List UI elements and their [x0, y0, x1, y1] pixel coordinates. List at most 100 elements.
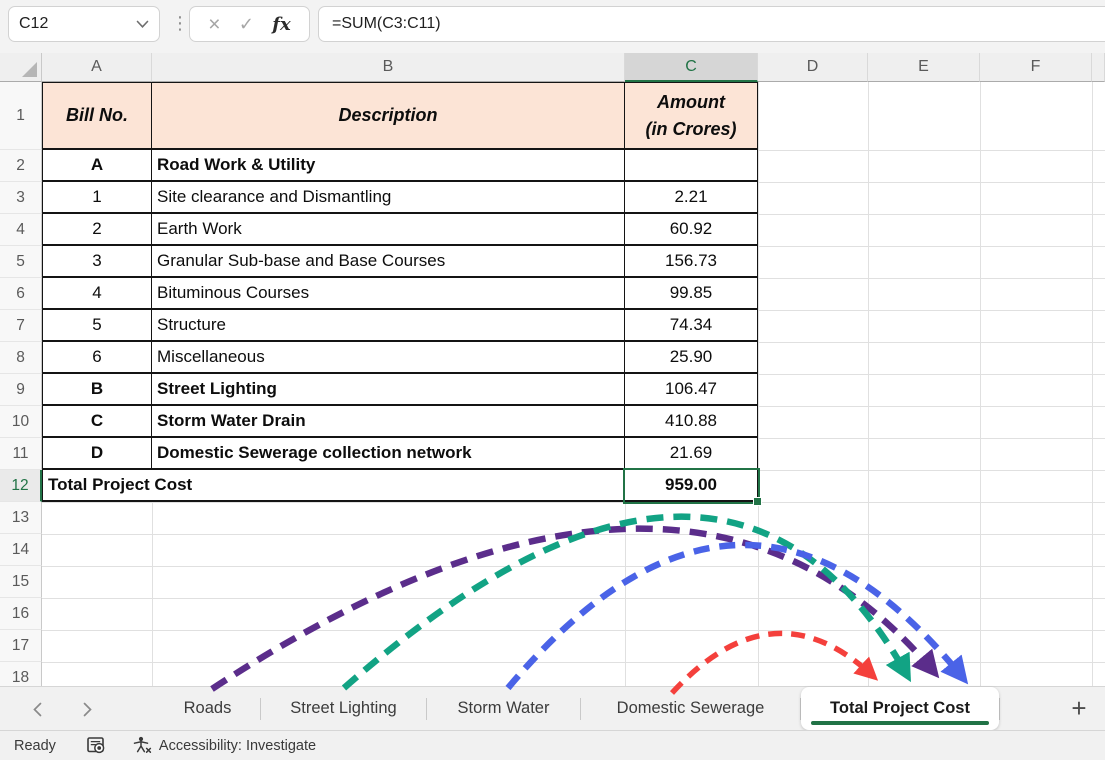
cell-B3[interactable]: Site clearance and Dismantling	[152, 182, 625, 214]
sheet-tab-label: Domestic Sewerage	[617, 699, 765, 718]
cell-A10[interactable]: C	[42, 406, 152, 438]
column-header-B[interactable]: B	[152, 53, 625, 82]
row-header-13[interactable]: 13	[0, 502, 42, 534]
gridline	[42, 566, 1105, 567]
column-header-D[interactable]: D	[758, 53, 868, 82]
cell-A8[interactable]: 6	[42, 342, 152, 374]
name-box[interactable]: C12	[8, 6, 160, 42]
cell-C3[interactable]: 2.21	[625, 182, 758, 214]
row-header-9[interactable]: 9	[0, 374, 42, 406]
row-header-6[interactable]: 6	[0, 278, 42, 310]
select-all-button[interactable]	[0, 53, 42, 82]
cell-B10[interactable]: Storm Water Drain	[152, 406, 625, 438]
cell-C11[interactable]: 21.69	[625, 438, 758, 470]
cell-B8[interactable]: Miscellaneous	[152, 342, 625, 374]
formula-text: =SUM(C3:C11)	[332, 15, 441, 33]
cell-A7[interactable]: 5	[42, 310, 152, 342]
row-header-7[interactable]: 7	[0, 310, 42, 342]
tabs-scroll-left-icon[interactable]	[28, 700, 46, 718]
cell-A1[interactable]: Bill No.	[42, 82, 152, 150]
cell-B7[interactable]: Structure	[152, 310, 625, 342]
row-header-4[interactable]: 4	[0, 214, 42, 246]
amount-header-line1: Amount	[657, 89, 725, 116]
cell-B11[interactable]: Domestic Sewerage collection network	[152, 438, 625, 470]
sheet-tab-street-lighting[interactable]: Street Lighting	[261, 687, 426, 730]
sheet-tab-label: Storm Water	[458, 699, 550, 718]
cell-C1[interactable]: Amount(in Crores)	[625, 82, 758, 150]
cell-C8[interactable]: 25.90	[625, 342, 758, 374]
gridline	[42, 598, 1105, 599]
row-header-17[interactable]: 17	[0, 630, 42, 662]
row-header-3[interactable]: 3	[0, 182, 42, 214]
cell-A12[interactable]: Total Project Cost	[42, 470, 625, 502]
cell-A9[interactable]: B	[42, 374, 152, 406]
cell-B4[interactable]: Earth Work	[152, 214, 625, 246]
row-header-12[interactable]: 12	[0, 470, 42, 502]
row-header-8[interactable]: 8	[0, 342, 42, 374]
tab-separator	[999, 698, 1000, 720]
cell-C4[interactable]: 60.92	[625, 214, 758, 246]
cell-A4[interactable]: 2	[42, 214, 152, 246]
sheet-tab-label: Street Lighting	[290, 699, 396, 718]
cell-C2[interactable]	[625, 150, 758, 182]
active-tab-underline	[811, 721, 989, 725]
column-header-F[interactable]: F	[980, 53, 1092, 82]
formula-buttons: × ✓ fx	[189, 6, 310, 42]
row-header-10[interactable]: 10	[0, 406, 42, 438]
gridline	[868, 82, 869, 686]
cell-C6[interactable]: 99.85	[625, 278, 758, 310]
cell-A5[interactable]: 3	[42, 246, 152, 278]
cell-B2[interactable]: Road Work & Utility	[152, 150, 625, 182]
column-header-A[interactable]: A	[42, 53, 152, 82]
sheet-tab-domestic-sewerage[interactable]: Domestic Sewerage	[581, 687, 800, 730]
row-header-2[interactable]: 2	[0, 150, 42, 182]
row-header-14[interactable]: 14	[0, 534, 42, 566]
column-header-E[interactable]: E	[868, 53, 980, 82]
tabs-scroll-right-icon[interactable]	[78, 700, 96, 718]
cell-C9[interactable]: 106.47	[625, 374, 758, 406]
cell-C7[interactable]: 74.34	[625, 310, 758, 342]
cell-A3[interactable]: 1	[42, 182, 152, 214]
sheet-tab-total-project-cost[interactable]: Total Project Cost	[801, 687, 999, 730]
column-header-partial[interactable]	[1092, 53, 1105, 82]
select-all-triangle-icon	[22, 62, 37, 77]
cell-A11[interactable]: D	[42, 438, 152, 470]
cell-B1[interactable]: Description	[152, 82, 625, 150]
name-box-value: C12	[19, 15, 48, 33]
sheet-tab-roads[interactable]: Roads	[155, 687, 260, 730]
row-header-16[interactable]: 16	[0, 598, 42, 630]
sheet-tab-storm-water[interactable]: Storm Water	[427, 687, 580, 730]
insert-function-icon[interactable]: fx	[272, 14, 290, 35]
cell-B9[interactable]: Street Lighting	[152, 374, 625, 406]
gridline	[980, 82, 981, 686]
amount-header-line2: (in Crores)	[645, 116, 736, 143]
column-header-C[interactable]: C	[625, 53, 758, 82]
row-header-5[interactable]: 5	[0, 246, 42, 278]
cell-B6[interactable]: Bituminous Courses	[152, 278, 625, 310]
domestic-sewerage-to-total-arrow	[672, 633, 873, 693]
cell-B5[interactable]: Granular Sub-base and Base Courses	[152, 246, 625, 278]
cell-C10[interactable]: 410.88	[625, 406, 758, 438]
row-header-15[interactable]: 15	[0, 566, 42, 598]
cell-C5[interactable]: 156.73	[625, 246, 758, 278]
accessibility-status[interactable]: Accessibility: Investigate	[159, 738, 316, 754]
gridline	[42, 502, 1105, 503]
excel-window: C12 ⋮ × ✓ fx =SUM(C3:C11) ABCDEF 1234567…	[0, 0, 1105, 760]
macro-record-icon[interactable]	[86, 736, 107, 755]
row-header-11[interactable]: 11	[0, 438, 42, 470]
more-options-icon[interactable]: ⋮	[171, 14, 189, 32]
row-header-1[interactable]: 1	[0, 82, 42, 150]
cell-A2[interactable]: A	[42, 150, 152, 182]
cancel-icon[interactable]: ×	[208, 14, 220, 35]
enter-icon[interactable]: ✓	[239, 15, 254, 33]
formula-bar-strip: C12 ⋮ × ✓ fx =SUM(C3:C11)	[0, 0, 1105, 53]
accessibility-icon[interactable]	[133, 736, 153, 755]
cell-C12[interactable]: 959.00	[625, 470, 758, 502]
chevron-down-icon[interactable]	[136, 20, 149, 29]
formula-input[interactable]: =SUM(C3:C11)	[318, 6, 1105, 42]
gridline	[42, 662, 1105, 663]
roads-to-total-arrow	[212, 529, 934, 689]
cell-A6[interactable]: 4	[42, 278, 152, 310]
new-sheet-button[interactable]: +	[1061, 687, 1097, 730]
sheet-tab-bar: Roads Street Lighting Storm Water Domestic …	[0, 686, 1105, 730]
